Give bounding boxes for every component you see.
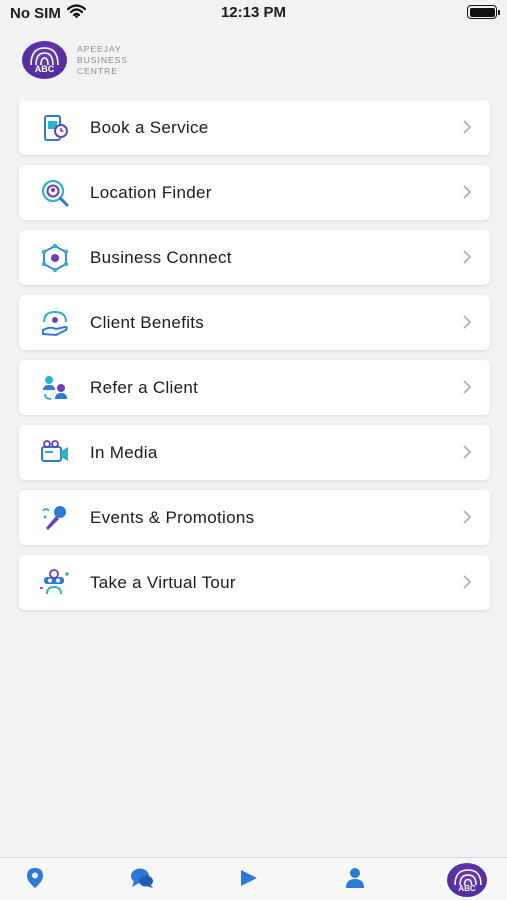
tab-chat[interactable] (122, 864, 162, 896)
refer-people-icon (38, 371, 72, 405)
chevron-right-icon (462, 509, 472, 530)
tab-location[interactable] (15, 864, 55, 896)
menu-item-in-media[interactable]: In Media (19, 425, 490, 480)
chat-icon (130, 867, 154, 894)
chevron-right-icon (462, 444, 472, 465)
brand-line: APEEJAY (77, 43, 122, 54)
menu-label: Location Finder (90, 182, 212, 202)
status-bar: No SIM 12:13 PM (0, 0, 507, 24)
chevron-right-icon (462, 379, 472, 400)
status-time: 12:13 PM (220, 4, 287, 21)
hand-benefit-icon (38, 306, 72, 340)
chevron-right-icon (462, 249, 472, 270)
tab-bar: ABC (0, 857, 507, 900)
menu-label: Take a Virtual Tour (90, 572, 236, 592)
tab-play[interactable] (229, 864, 269, 896)
abc-logo-icon: ABC (22, 41, 67, 79)
logo-abc-text: ABC (34, 64, 55, 74)
virtual-tour-icon (38, 566, 72, 600)
menu-item-events-promotions[interactable]: Events & Promotions (19, 490, 490, 545)
menu-item-client-benefits[interactable]: Client Benefits (19, 295, 490, 350)
network-icon (38, 241, 72, 275)
battery-icon (467, 5, 500, 19)
menu-label: Events & Promotions (90, 507, 255, 527)
video-camera-icon (38, 436, 72, 470)
menu-label: Client Benefits (90, 312, 205, 332)
chevron-right-icon (462, 574, 472, 595)
brand-line: BUSINESS (77, 54, 128, 65)
tab-abc-text: ABC (458, 884, 476, 893)
location-pin-icon (26, 867, 44, 894)
menu-item-business-connect[interactable]: Business Connect (19, 230, 490, 285)
microphone-icon (38, 501, 72, 535)
menu-item-refer-a-client[interactable]: Refer a Client (19, 360, 490, 415)
tab-profile[interactable] (335, 864, 375, 896)
play-icon (240, 869, 258, 892)
brand-line: CENTRE (77, 65, 118, 76)
menu-label: Business Connect (90, 247, 232, 267)
brand-header: ABC APEEJAY BUSINESS CENTRE (22, 41, 128, 79)
profile-icon (345, 867, 365, 894)
menu-label: Book a Service (90, 117, 209, 137)
menu-label: Refer a Client (90, 377, 199, 397)
chevron-right-icon (462, 184, 472, 205)
calendar-phone-icon (38, 111, 72, 145)
chevron-right-icon (462, 119, 472, 140)
main-menu: Book a Service Location Finder Business … (19, 100, 490, 620)
menu-item-book-a-service[interactable]: Book a Service (19, 100, 490, 155)
location-search-icon (38, 176, 72, 210)
abc-logo-icon: ABC (447, 863, 487, 897)
menu-item-location-finder[interactable]: Location Finder (19, 165, 490, 220)
menu-label: In Media (90, 442, 158, 462)
chevron-right-icon (462, 314, 472, 335)
tab-abc[interactable]: ABC (447, 863, 487, 897)
brand-name: APEEJAY BUSINESS CENTRE (77, 44, 128, 77)
menu-item-virtual-tour[interactable]: Take a Virtual Tour (19, 555, 490, 610)
